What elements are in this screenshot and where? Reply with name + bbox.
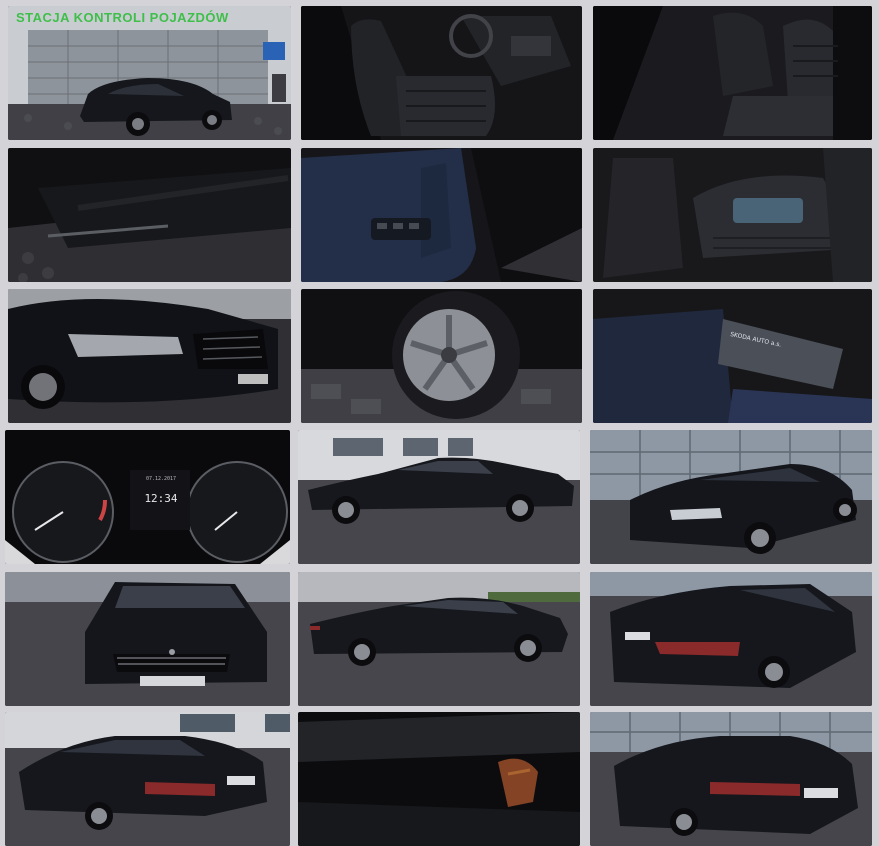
photo-front-seats-side[interactable] [593, 6, 872, 140]
photo-rear-seats[interactable] [593, 148, 872, 282]
photo-front-view[interactable] [5, 572, 290, 706]
dashboard-date: 07.12.2017 [145, 476, 177, 482]
photo-door-panel[interactable] [301, 148, 582, 282]
photo-rear-view-building[interactable] [590, 712, 872, 846]
photo-side-profile-parking[interactable] [298, 572, 580, 706]
photo-instrument-cluster[interactable]: 07.12.2017 12:34 [5, 430, 290, 564]
photo-rear-side-building[interactable] [5, 712, 290, 846]
station-sign-text: STACJA KONTROLI POJAZDÓW [16, 10, 229, 25]
photo-service-tag[interactable]: SKODA AUTO a.s. [593, 289, 872, 423]
photo-inspection-station[interactable]: STACJA KONTROLI POJAZDÓW [8, 6, 291, 140]
photo-wheel-tire[interactable] [301, 289, 582, 423]
dashboard-clock: 12:34 [144, 492, 178, 505]
photo-front-headlight[interactable] [8, 289, 291, 423]
photo-side-profile-building[interactable] [298, 430, 580, 564]
photo-front-three-quarter[interactable] [590, 430, 872, 564]
photo-door-sill[interactable] [8, 148, 291, 282]
photo-rear-three-quarter[interactable] [590, 572, 872, 706]
photo-interior-detail[interactable] [298, 712, 580, 846]
photo-front-seats[interactable] [301, 6, 582, 140]
